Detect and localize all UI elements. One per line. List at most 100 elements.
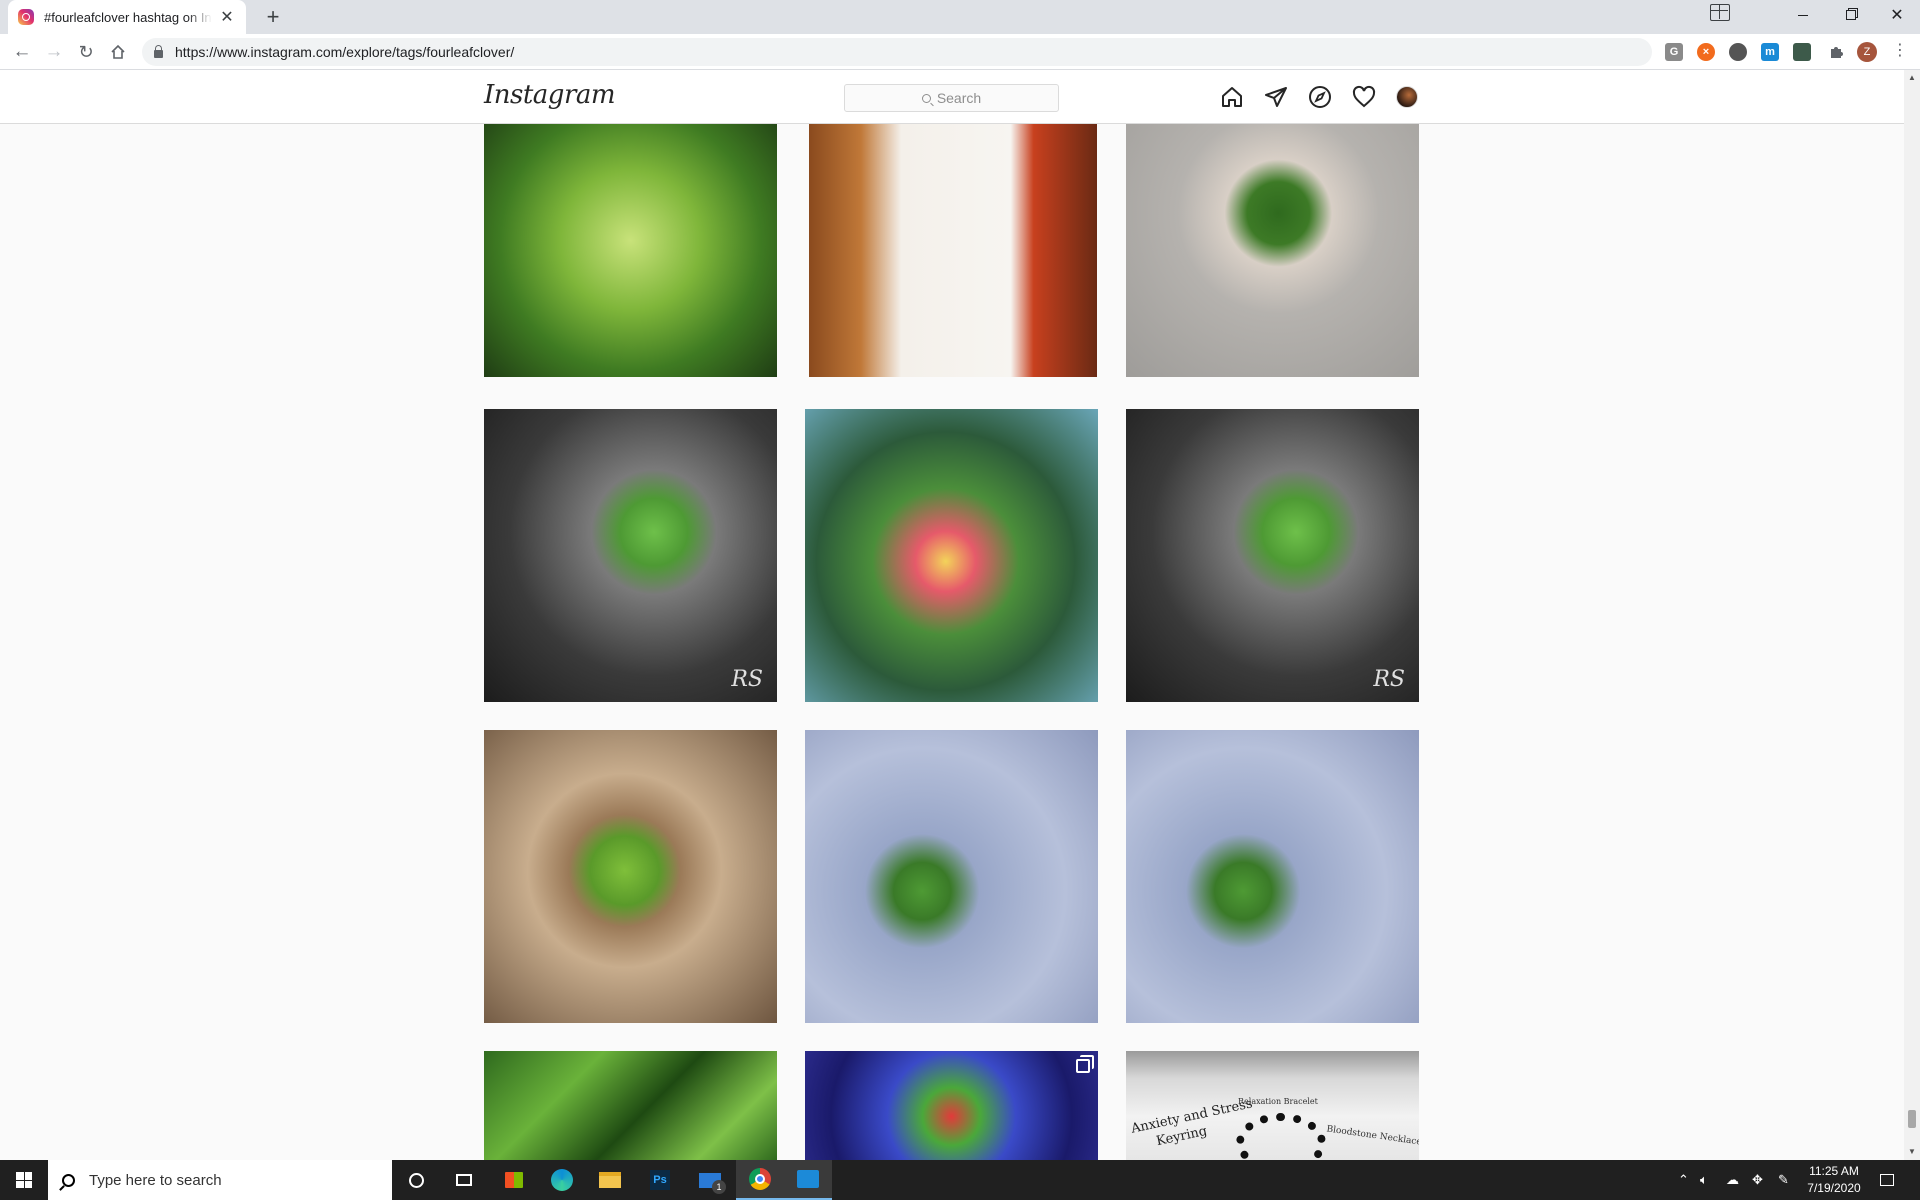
restore-icon <box>1846 10 1856 20</box>
lock-icon <box>154 45 163 58</box>
minimize-button[interactable] <box>1780 0 1826 30</box>
back-arrow-icon: ← <box>12 41 32 62</box>
url-text: https://www.instagram.com/explore/tags/f… <box>175 44 515 60</box>
profile-avatar-button[interactable]: Z <box>1857 42 1877 62</box>
circle-extension-icon[interactable] <box>1729 43 1747 61</box>
taskbar-clock[interactable]: 11:25 AM 7/19/2020 <box>1804 1163 1864 1197</box>
dark-extension-icon[interactable] <box>1793 43 1811 61</box>
orange-extension-icon[interactable]: × <box>1697 43 1715 61</box>
scroll-thumb[interactable] <box>1908 1110 1916 1128</box>
edge-icon <box>551 1169 573 1191</box>
clock-date: 7/19/2020 <box>1807 1181 1861 1195</box>
post-image <box>805 730 1098 1023</box>
page-scrollbar[interactable]: ▲ ▼ <box>1904 70 1920 1160</box>
reload-icon: ↻ <box>78 41 94 62</box>
clock-time: 11:25 AM <box>1809 1164 1859 1178</box>
search-icon <box>921 93 931 103</box>
task-view-icon <box>456 1174 472 1186</box>
address-bar[interactable]: https://www.instagram.com/explore/tags/f… <box>142 38 1652 66</box>
reload-button[interactable]: ↻ <box>72 38 100 66</box>
restore-button[interactable] <box>1828 0 1874 30</box>
taskbar-search-placeholder: Type here to search <box>89 1171 222 1189</box>
home-icon[interactable] <box>1220 85 1244 109</box>
tab-strip: #fourleafclover hashtag on Instagram ✕ +… <box>0 0 1920 34</box>
remote-app-button[interactable] <box>784 1160 832 1200</box>
minimize-icon <box>1798 14 1808 16</box>
m-extension-icon[interactable]: m <box>1761 43 1779 61</box>
activity-heart-icon[interactable] <box>1352 85 1376 109</box>
post-tile[interactable]: RS <box>484 409 777 702</box>
explore-icon[interactable] <box>1308 85 1332 109</box>
volume-icon[interactable]: 🔈︎ <box>1700 1160 1708 1200</box>
search-input[interactable]: Search <box>844 84 1059 112</box>
post-tile[interactable] <box>1126 730 1419 1023</box>
menu-kebab-icon[interactable]: ⋮ <box>1892 40 1908 60</box>
browser-tab[interactable]: #fourleafclover hashtag on Instagram ✕ <box>8 0 246 34</box>
tray-chevron-icon[interactable]: ⌃ <box>1678 1160 1689 1200</box>
extensions-button[interactable] <box>1822 38 1850 66</box>
chrome-app-button[interactable] <box>736 1160 784 1200</box>
windows-taskbar: Type here to search Ps 1 ⌃ 🔈︎ ☁︎ ✥ ✎ 11:… <box>0 1160 1920 1200</box>
instagram-header: Instagram Search <box>0 70 1904 124</box>
onedrive-icon[interactable]: ☁︎ <box>1726 1160 1739 1200</box>
puzzle-icon <box>1831 47 1843 58</box>
scroll-down-icon[interactable]: ▼ <box>1904 1144 1920 1160</box>
post-image <box>809 104 1097 377</box>
post-image <box>484 730 777 1023</box>
remote-app-icon <box>797 1170 819 1188</box>
home-icon <box>111 44 125 59</box>
grammar-extension-icon[interactable]: G <box>1665 43 1683 61</box>
post-tile[interactable] <box>805 409 1098 702</box>
profile-avatar[interactable] <box>1396 86 1418 108</box>
scroll-up-icon[interactable]: ▲ <box>1904 70 1920 86</box>
cortana-button[interactable] <box>392 1160 440 1200</box>
dropbox-icon[interactable]: ✥ <box>1752 1160 1763 1200</box>
forward-button[interactable]: → <box>40 38 68 66</box>
taskbar-search-box[interactable]: Type here to search <box>48 1160 392 1200</box>
start-button[interactable] <box>0 1160 48 1200</box>
multiple-posts-icon <box>1076 1055 1094 1073</box>
close-window-button[interactable]: ✕ <box>1874 0 1920 30</box>
back-button[interactable]: ← <box>8 38 36 66</box>
post-tile[interactable] <box>805 1051 1098 1160</box>
page-viewport: Instagram Search RS RS Anxiety and Stres… <box>0 70 1920 1160</box>
search-placeholder: Search <box>936 90 982 106</box>
file-explorer-button[interactable] <box>586 1160 634 1200</box>
notifications-icon[interactable] <box>1880 1160 1894 1200</box>
post-image <box>1126 104 1419 377</box>
task-view-button[interactable] <box>440 1160 488 1200</box>
post-tile[interactable] <box>809 104 1097 377</box>
post-image <box>1126 409 1419 702</box>
store-bag-icon <box>505 1172 523 1188</box>
direct-icon[interactable] <box>1264 85 1288 109</box>
post-tile[interactable] <box>1126 104 1419 377</box>
post-tile[interactable]: RS <box>1126 409 1419 702</box>
chrome-icon <box>749 1168 771 1190</box>
watermark-mark: RS <box>731 667 763 692</box>
mail-badge: 1 <box>712 1180 726 1194</box>
post-tile[interactable] <box>484 730 777 1023</box>
post-tile[interactable] <box>805 730 1098 1023</box>
tab-title: #fourleafclover hashtag on Instagram <box>44 9 212 25</box>
store-app-button[interactable] <box>490 1160 538 1200</box>
post-image <box>484 1051 777 1160</box>
pen-ink-icon[interactable]: ✎ <box>1778 1160 1789 1200</box>
watermark-mark: RS <box>1373 667 1405 692</box>
mail-app-button[interactable]: 1 <box>686 1160 734 1200</box>
new-tab-button[interactable]: + <box>260 4 286 30</box>
home-button[interactable] <box>104 38 132 66</box>
edge-app-button[interactable] <box>538 1160 586 1200</box>
post-image <box>805 1051 1098 1160</box>
forward-arrow-icon: → <box>44 41 64 62</box>
instagram-logo[interactable]: Instagram <box>484 80 616 110</box>
close-tab-icon[interactable]: ✕ <box>218 7 236 27</box>
post-tile[interactable] <box>484 1051 777 1160</box>
browser-toolbar: ← → ↻ https://www.instagram.com/explore/… <box>0 34 1920 70</box>
close-window-icon: ✕ <box>1890 7 1904 24</box>
tab-search-icon[interactable] <box>1710 4 1730 21</box>
photoshop-app-button[interactable]: Ps <box>636 1160 684 1200</box>
bracelet-card-text: Relaxation Bracelet <box>1238 1097 1318 1106</box>
windows-logo-icon <box>16 1172 32 1188</box>
post-tile[interactable]: Anxiety and Stress Keyring Relaxation Br… <box>1126 1051 1419 1160</box>
post-tile[interactable] <box>484 104 777 377</box>
